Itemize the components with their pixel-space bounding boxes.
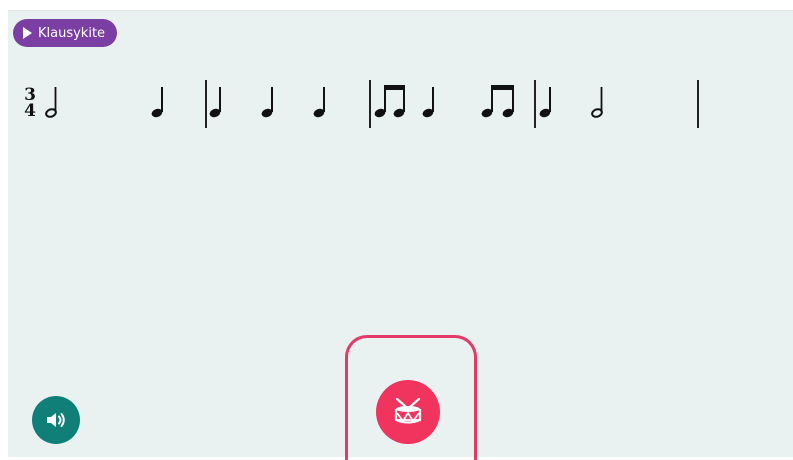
quarter-note <box>539 87 551 118</box>
quarter-note <box>261 87 273 118</box>
speaker-icon <box>47 413 65 427</box>
eighth-note-pair <box>481 85 514 118</box>
quarter-note <box>313 87 325 118</box>
quarter-note <box>422 87 434 118</box>
half-note <box>45 87 57 118</box>
rhythm-notation: 3 4 <box>24 80 699 128</box>
quarter-note <box>151 87 163 118</box>
drum-button[interactable] <box>376 380 440 444</box>
sound-button[interactable] <box>32 396 80 444</box>
eighth-note-pair <box>374 85 405 118</box>
drum-icon <box>394 397 422 424</box>
quarter-note <box>209 87 221 118</box>
half-note <box>591 87 603 118</box>
time-signature-bottom: 4 <box>24 101 36 121</box>
